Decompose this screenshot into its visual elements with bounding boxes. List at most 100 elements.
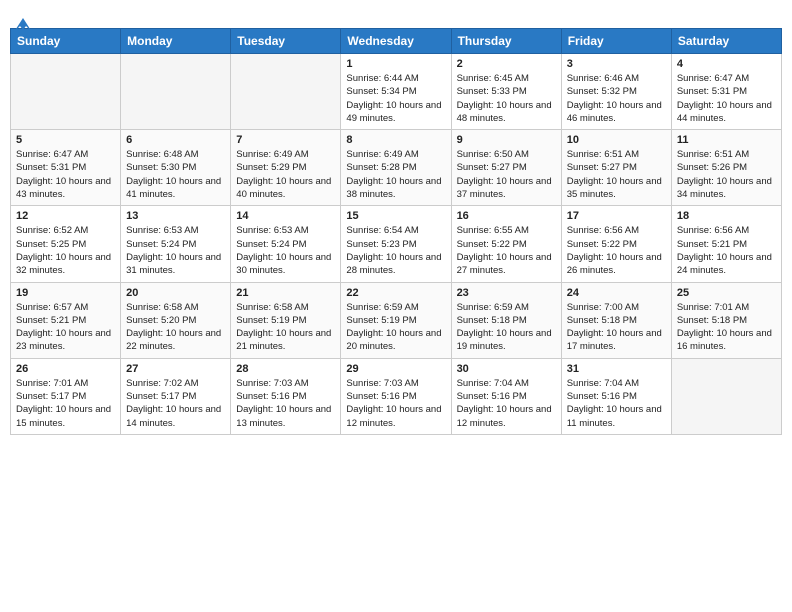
day-info: Sunrise: 6:56 AM Sunset: 5:22 PM Dayligh…	[567, 224, 666, 277]
calendar-cell	[11, 54, 121, 130]
col-header-monday: Monday	[121, 29, 231, 54]
calendar-cell: 15 Sunrise: 6:54 AM Sunset: 5:23 PM Dayli…	[341, 206, 451, 282]
day-number: 29	[346, 363, 445, 375]
day-number: 12	[16, 210, 115, 222]
day-number: 20	[126, 287, 225, 299]
day-info: Sunrise: 6:53 AM Sunset: 5:24 PM Dayligh…	[236, 224, 335, 277]
calendar-cell: 22 Sunrise: 6:59 AM Sunset: 5:19 PM Dayli…	[341, 282, 451, 358]
calendar-cell: 19 Sunrise: 6:57 AM Sunset: 5:21 PM Dayli…	[11, 282, 121, 358]
calendar-cell: 26 Sunrise: 7:01 AM Sunset: 5:17 PM Dayli…	[11, 358, 121, 434]
day-number: 8	[346, 134, 445, 146]
calendar-cell: 16 Sunrise: 6:55 AM Sunset: 5:22 PM Dayli…	[451, 206, 561, 282]
day-info: Sunrise: 6:47 AM Sunset: 5:31 PM Dayligh…	[16, 148, 115, 201]
day-number: 26	[16, 363, 115, 375]
day-number: 3	[567, 58, 666, 70]
day-info: Sunrise: 6:53 AM Sunset: 5:24 PM Dayligh…	[126, 224, 225, 277]
calendar-week-row: 26 Sunrise: 7:01 AM Sunset: 5:17 PM Dayli…	[11, 358, 782, 434]
calendar-cell: 30 Sunrise: 7:04 AM Sunset: 5:16 PM Dayli…	[451, 358, 561, 434]
day-info: Sunrise: 6:51 AM Sunset: 5:27 PM Dayligh…	[567, 148, 666, 201]
day-info: Sunrise: 6:48 AM Sunset: 5:30 PM Dayligh…	[126, 148, 225, 201]
day-info: Sunrise: 6:49 AM Sunset: 5:28 PM Dayligh…	[346, 148, 445, 201]
day-number: 1	[346, 58, 445, 70]
col-header-wednesday: Wednesday	[341, 29, 451, 54]
day-info: Sunrise: 6:51 AM Sunset: 5:26 PM Dayligh…	[677, 148, 776, 201]
day-number: 22	[346, 287, 445, 299]
day-number: 16	[457, 210, 556, 222]
day-number: 15	[346, 210, 445, 222]
day-number: 31	[567, 363, 666, 375]
col-header-sunday: Sunday	[11, 29, 121, 54]
day-info: Sunrise: 6:50 AM Sunset: 5:27 PM Dayligh…	[457, 148, 556, 201]
col-header-saturday: Saturday	[671, 29, 781, 54]
day-info: Sunrise: 7:04 AM Sunset: 5:16 PM Dayligh…	[567, 377, 666, 430]
calendar-cell: 13 Sunrise: 6:53 AM Sunset: 5:24 PM Dayli…	[121, 206, 231, 282]
calendar-header-row: SundayMondayTuesdayWednesdayThursdayFrid…	[11, 29, 782, 54]
calendar-cell: 9 Sunrise: 6:50 AM Sunset: 5:27 PM Daylig…	[451, 130, 561, 206]
day-number: 27	[126, 363, 225, 375]
day-number: 2	[457, 58, 556, 70]
day-number: 4	[677, 58, 776, 70]
day-info: Sunrise: 6:44 AM Sunset: 5:34 PM Dayligh…	[346, 72, 445, 125]
day-info: Sunrise: 7:04 AM Sunset: 5:16 PM Dayligh…	[457, 377, 556, 430]
calendar-table: SundayMondayTuesdayWednesdayThursdayFrid…	[10, 28, 782, 435]
calendar-cell	[121, 54, 231, 130]
calendar-cell: 23 Sunrise: 6:59 AM Sunset: 5:18 PM Dayli…	[451, 282, 561, 358]
day-info: Sunrise: 6:57 AM Sunset: 5:21 PM Dayligh…	[16, 301, 115, 354]
day-info: Sunrise: 6:58 AM Sunset: 5:20 PM Dayligh…	[126, 301, 225, 354]
day-info: Sunrise: 6:55 AM Sunset: 5:22 PM Dayligh…	[457, 224, 556, 277]
col-header-thursday: Thursday	[451, 29, 561, 54]
day-info: Sunrise: 6:56 AM Sunset: 5:21 PM Dayligh…	[677, 224, 776, 277]
calendar-cell: 4 Sunrise: 6:47 AM Sunset: 5:31 PM Daylig…	[671, 54, 781, 130]
calendar-cell: 7 Sunrise: 6:49 AM Sunset: 5:29 PM Daylig…	[231, 130, 341, 206]
col-header-friday: Friday	[561, 29, 671, 54]
calendar-cell	[231, 54, 341, 130]
day-number: 9	[457, 134, 556, 146]
day-info: Sunrise: 7:01 AM Sunset: 5:18 PM Dayligh…	[677, 301, 776, 354]
day-info: Sunrise: 6:52 AM Sunset: 5:25 PM Dayligh…	[16, 224, 115, 277]
day-number: 28	[236, 363, 335, 375]
calendar-cell: 10 Sunrise: 6:51 AM Sunset: 5:27 PM Dayli…	[561, 130, 671, 206]
calendar-cell: 25 Sunrise: 7:01 AM Sunset: 5:18 PM Dayli…	[671, 282, 781, 358]
day-number: 25	[677, 287, 776, 299]
calendar-cell: 17 Sunrise: 6:56 AM Sunset: 5:22 PM Dayli…	[561, 206, 671, 282]
calendar-cell: 24 Sunrise: 7:00 AM Sunset: 5:18 PM Dayli…	[561, 282, 671, 358]
day-number: 11	[677, 134, 776, 146]
day-number: 24	[567, 287, 666, 299]
calendar-cell: 20 Sunrise: 6:58 AM Sunset: 5:20 PM Dayli…	[121, 282, 231, 358]
day-info: Sunrise: 7:01 AM Sunset: 5:17 PM Dayligh…	[16, 377, 115, 430]
calendar-week-row: 5Sunrise: 6:47 AM Sunset: 5:31 PM Daylig…	[11, 130, 782, 206]
day-info: Sunrise: 6:45 AM Sunset: 5:33 PM Dayligh…	[457, 72, 556, 125]
day-number: 30	[457, 363, 556, 375]
day-info: Sunrise: 6:59 AM Sunset: 5:18 PM Dayligh…	[457, 301, 556, 354]
day-number: 21	[236, 287, 335, 299]
calendar-cell: 29Sunrise: 7:03 AM Sunset: 5:16 PM Dayli…	[341, 358, 451, 434]
day-info: Sunrise: 6:54 AM Sunset: 5:23 PM Dayligh…	[346, 224, 445, 277]
calendar-cell: 28 Sunrise: 7:03 AM Sunset: 5:16 PM Dayli…	[231, 358, 341, 434]
day-number: 19	[16, 287, 115, 299]
day-info: Sunrise: 6:58 AM Sunset: 5:19 PM Dayligh…	[236, 301, 335, 354]
calendar-cell: 11 Sunrise: 6:51 AM Sunset: 5:26 PM Dayli…	[671, 130, 781, 206]
calendar-cell: 21 Sunrise: 6:58 AM Sunset: 5:19 PM Dayli…	[231, 282, 341, 358]
calendar-cell: 2 Sunrise: 6:45 AM Sunset: 5:33 PM Daylig…	[451, 54, 561, 130]
calendar-cell: 14 Sunrise: 6:53 AM Sunset: 5:24 PM Dayli…	[231, 206, 341, 282]
day-info: Sunrise: 6:46 AM Sunset: 5:32 PM Dayligh…	[567, 72, 666, 125]
day-number: 6	[126, 134, 225, 146]
calendar-week-row: 12 Sunrise: 6:52 AM Sunset: 5:25 PM Dayli…	[11, 206, 782, 282]
calendar-cell: 3 Sunrise: 6:46 AM Sunset: 5:32 PM Daylig…	[561, 54, 671, 130]
day-info: Sunrise: 7:03 AM Sunset: 5:16 PM Dayligh…	[236, 377, 335, 430]
calendar-cell: 1 Sunrise: 6:44 AM Sunset: 5:34 PM Daylig…	[341, 54, 451, 130]
day-number: 14	[236, 210, 335, 222]
day-number: 18	[677, 210, 776, 222]
day-info: Sunrise: 6:49 AM Sunset: 5:29 PM Dayligh…	[236, 148, 335, 201]
day-info: Sunrise: 7:00 AM Sunset: 5:18 PM Dayligh…	[567, 301, 666, 354]
day-info: Sunrise: 6:59 AM Sunset: 5:19 PM Dayligh…	[346, 301, 445, 354]
day-number: 7	[236, 134, 335, 146]
day-number: 17	[567, 210, 666, 222]
day-number: 23	[457, 287, 556, 299]
calendar-cell: 12 Sunrise: 6:52 AM Sunset: 5:25 PM Dayli…	[11, 206, 121, 282]
calendar-cell: 5Sunrise: 6:47 AM Sunset: 5:31 PM Daylig…	[11, 130, 121, 206]
day-number: 10	[567, 134, 666, 146]
calendar-cell	[671, 358, 781, 434]
day-info: Sunrise: 6:47 AM Sunset: 5:31 PM Dayligh…	[677, 72, 776, 125]
day-number: 13	[126, 210, 225, 222]
